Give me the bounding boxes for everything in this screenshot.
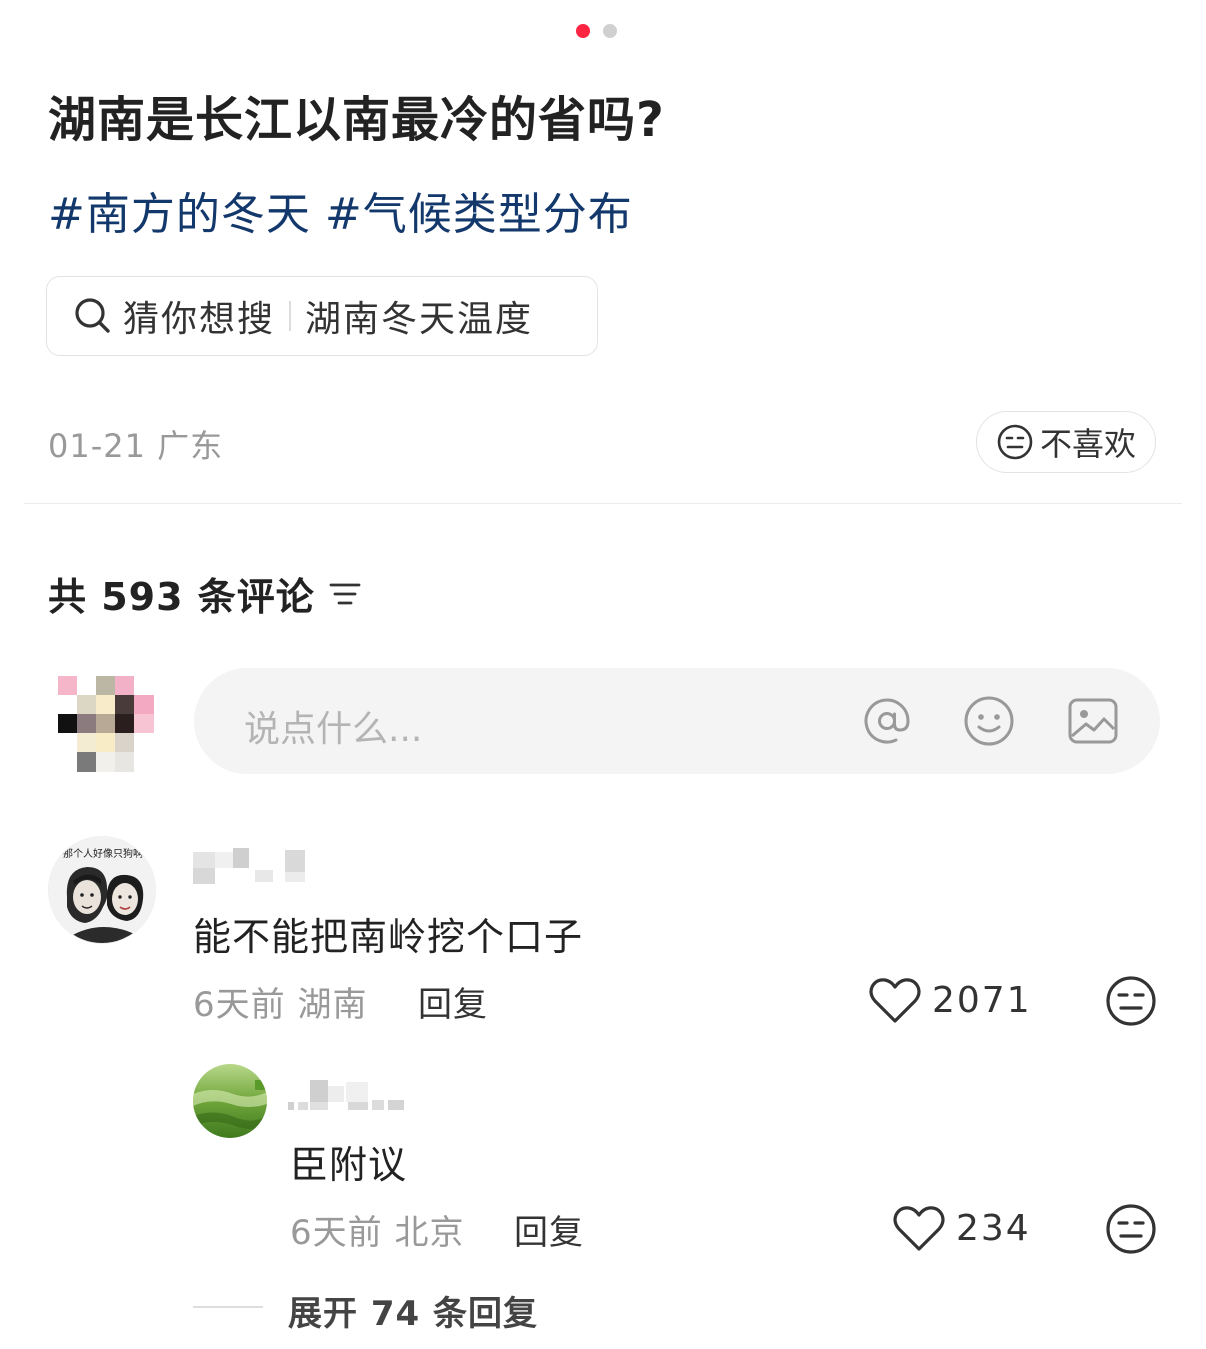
reply-text: 臣附议 [290,1143,408,1187]
post-title: 湖南是长江以南最冷的省吗? [48,92,665,148]
reply-meta: 6天前 北京 [290,1213,465,1253]
avatar[interactable] [58,676,154,772]
neutral-face-icon[interactable] [1104,974,1158,1028]
dislike-label: 不喜欢 [1039,425,1136,463]
reply-button[interactable]: 回复 [514,1205,584,1254]
post-meta: 01-21 广东 [48,427,224,465]
search-suggestion-button[interactable]: 猜你想搜 湖南冬天温度 [46,276,598,356]
comment-text: 能不能把南岭挖个口子 [193,915,584,959]
replier-avatar[interactable] [193,1064,267,1138]
like-count: 234 [956,1208,1031,1249]
section-divider [24,503,1182,504]
avatar-caption: 那个人好像只狗啊 [63,847,143,860]
expand-divider [193,1306,263,1308]
search-icon [75,298,110,333]
heart-icon[interactable] [892,1204,946,1254]
comment-meta: 6天前 湖南 [193,985,368,1025]
at-icon[interactable] [858,692,916,750]
pager-dot-active[interactable] [576,24,590,38]
tag-link[interactable]: #气候类型分布 [325,178,633,242]
neutral-face-icon [997,424,1033,460]
like-count: 2071 [932,980,1032,1021]
dislike-button[interactable]: 不喜欢 [976,411,1156,473]
suggestion-query: 湖南冬天温度 [305,299,534,340]
avatar-image [193,1064,267,1138]
neutral-face-icon[interactable] [1104,1202,1158,1256]
username-redacted [288,1080,404,1110]
image-icon[interactable] [1064,692,1122,750]
tag-list: #南方的冬天 #气候类型分布 [48,178,633,242]
comment-count: 共 593 条评论 [48,575,315,619]
suggestion-prefix: 猜你想搜 [123,299,276,340]
reply-button[interactable]: 回复 [418,977,488,1026]
heart-icon[interactable] [868,976,922,1026]
pager-dot[interactable] [603,24,617,38]
commenter-avatar[interactable]: 那个人好像只狗啊 [48,836,156,944]
expand-replies-button[interactable]: 展开 74 条回复 [288,1286,538,1335]
smiley-icon[interactable] [960,692,1018,750]
comment-count-header: 共 593 条评论 [48,566,365,621]
avatar-image: 那个人好像只狗啊 [49,837,155,943]
sort-icon[interactable] [325,574,365,614]
divider [289,301,292,331]
comment-input-placeholder[interactable]: 说点什么... [244,700,422,752]
username-redacted [193,848,305,884]
tag-link[interactable]: #南方的冬天 [48,178,311,242]
